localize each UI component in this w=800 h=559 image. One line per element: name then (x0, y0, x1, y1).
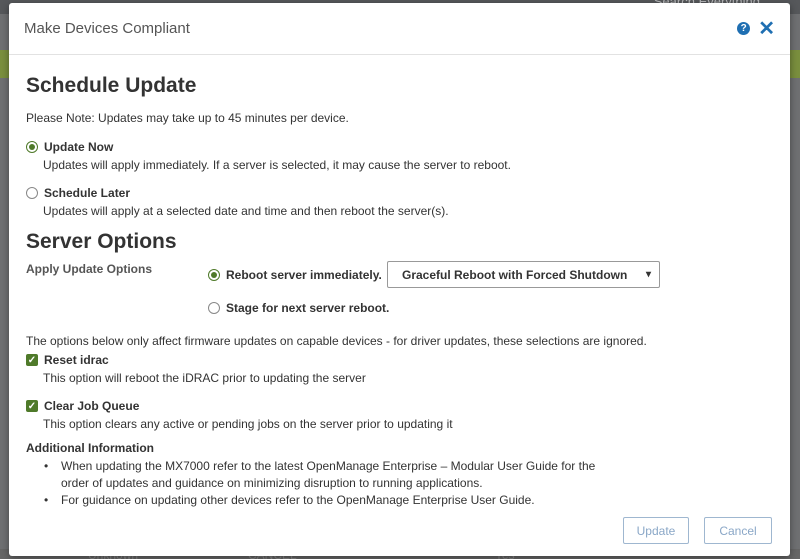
list-item: When updating the MX7000 refer to the la… (44, 458, 604, 492)
question-circle-icon[interactable]: ? (737, 22, 751, 35)
firmware-options-note: The options below only affect firmware u… (26, 334, 647, 348)
additional-information-heading: Additional Information (26, 441, 154, 455)
clear-job-queue-checkbox[interactable]: ✓ (26, 400, 38, 412)
clear-job-queue-option: ✓ Clear Job Queue This option clears any… (26, 399, 773, 431)
additional-information-list: When updating the MX7000 refer to the la… (44, 458, 773, 509)
stage-next-reboot-label[interactable]: Stage for next server reboot. (226, 301, 389, 315)
reboot-immediately-label[interactable]: Reboot server immediately. (226, 268, 382, 282)
reboot-immediately-radio[interactable] (208, 269, 220, 281)
schedule-update-heading: Schedule Update (26, 74, 197, 97)
update-now-option: Update Now Updates will apply immediatel… (26, 140, 773, 172)
update-now-label[interactable]: Update Now (44, 140, 113, 154)
reboot-type-select[interactable]: Graceful Reboot with Forced Shutdown ▾ (387, 261, 660, 288)
update-duration-note: Please Note: Updates may take up to 45 m… (26, 111, 349, 125)
make-devices-compliant-dialog: Make Devices Compliant ? ✕ Schedule Upda… (9, 3, 790, 556)
update-button[interactable]: Update (623, 517, 689, 544)
reset-idrac-description: This option will reboot the iDRAC prior … (43, 371, 366, 385)
clear-job-queue-description: This option clears any active or pending… (43, 417, 453, 431)
dialog-body: Schedule Update Please Note: Updates may… (9, 55, 790, 509)
stage-next-reboot-option: Stage for next server reboot. (208, 301, 389, 315)
reset-idrac-option: ✓ Reset idrac This option will reboot th… (26, 353, 773, 385)
apply-update-options: Apply Update Options Reboot server immed… (26, 258, 773, 328)
reset-idrac-label[interactable]: Reset idrac (44, 353, 109, 367)
stage-next-reboot-radio[interactable] (208, 302, 220, 314)
reset-idrac-checkbox[interactable]: ✓ (26, 354, 38, 366)
apply-update-options-label: Apply Update Options (26, 262, 152, 276)
background-accent-strip-right (790, 50, 800, 78)
list-item: For guidance on updating other devices r… (44, 492, 773, 509)
update-now-description: Updates will apply immediately. If a ser… (43, 158, 511, 172)
reboot-immediately-option: Reboot server immediately. (208, 268, 382, 282)
update-now-radio[interactable] (26, 141, 38, 153)
close-icon[interactable]: ✕ (758, 19, 775, 39)
schedule-later-description: Updates will apply at a selected date an… (43, 204, 449, 218)
clear-job-queue-label[interactable]: Clear Job Queue (44, 399, 139, 413)
schedule-later-radio[interactable] (26, 187, 38, 199)
schedule-later-option: Schedule Later Updates will apply at a s… (26, 186, 773, 218)
chevron-down-icon: ▾ (645, 269, 651, 280)
dialog-header: Make Devices Compliant ? ✕ (9, 3, 790, 55)
reboot-type-value: Graceful Reboot with Forced Shutdown (402, 267, 628, 282)
schedule-later-label[interactable]: Schedule Later (44, 186, 130, 200)
dialog-title: Make Devices Compliant (24, 20, 190, 37)
server-options-heading: Server Options (26, 230, 177, 253)
cancel-button[interactable]: Cancel (704, 517, 772, 544)
